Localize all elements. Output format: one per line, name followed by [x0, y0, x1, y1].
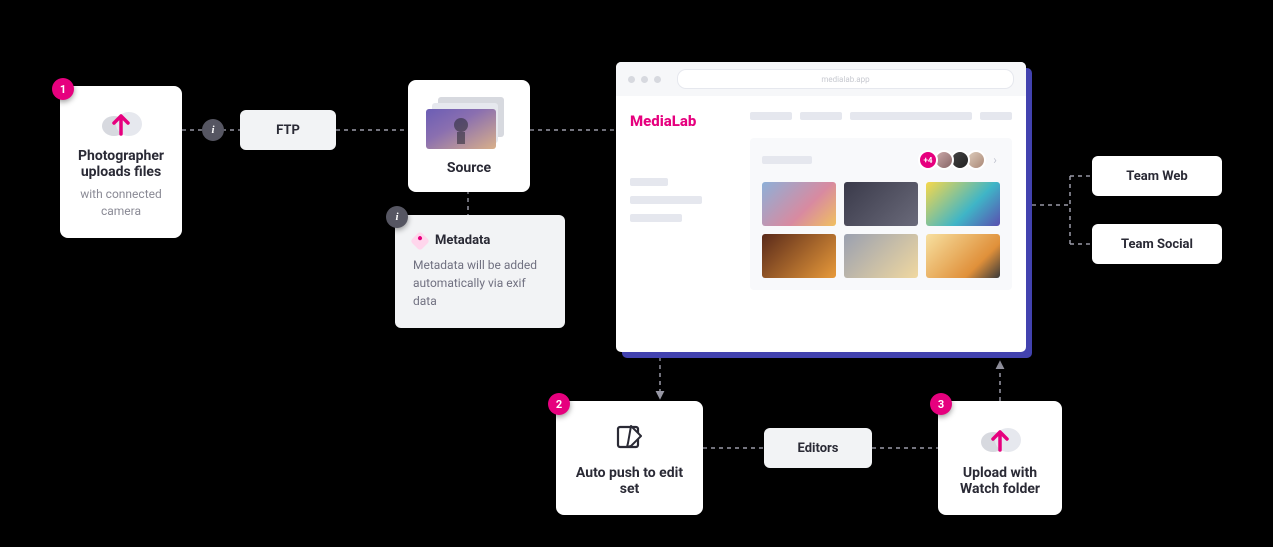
card-autopush-title: Auto push to edit set [566, 465, 693, 497]
url-text: medialab.app [821, 75, 869, 84]
card-photographer-title: Photographer uploads files [70, 148, 172, 180]
upload-cloud-icon [948, 417, 1052, 457]
node-ftp-label: FTP [276, 123, 300, 138]
thumbnail [926, 182, 1000, 226]
app-window: medialab.app MediaLab [616, 62, 1026, 352]
avatar-stack: +4 › [918, 150, 1000, 170]
diagram-stage: Photographer uploads files with connecte… [0, 0, 1273, 547]
node-ftp: FTP [240, 110, 336, 150]
node-editors: Editors [764, 428, 872, 468]
thumbnail [762, 234, 836, 278]
step-badge-1: 1 [52, 78, 74, 100]
window-dot [641, 76, 648, 83]
panel-title-ghost [762, 156, 812, 164]
card-metadata: Metadata Metadata will be added automati… [395, 215, 565, 328]
node-editors-label: Editors [798, 441, 839, 456]
thumbnail [844, 182, 918, 226]
sidebar-ghost-line [630, 214, 682, 222]
app-titlebar: medialab.app [616, 62, 1026, 96]
url-bar: medialab.app [677, 69, 1014, 89]
card-source-title: Source [422, 160, 516, 176]
app-brand: MediaLab [630, 112, 722, 130]
app-topnav-ghosts [750, 112, 1012, 120]
node-team-web: Team Web [1092, 156, 1222, 196]
card-autopush: Auto push to edit set [556, 401, 703, 515]
info-badge-metadata: i [386, 206, 408, 228]
upload-cloud-icon [70, 104, 172, 138]
step-badge-3: 3 [930, 393, 952, 415]
edit-icon [566, 417, 693, 457]
thumbnail [844, 234, 918, 278]
source-photo-stack-icon [422, 94, 516, 152]
step-badge-2: 2 [548, 393, 570, 415]
thumbnail-grid [762, 182, 1000, 278]
card-upload-watch-title: Upload with Watch folder [948, 465, 1052, 497]
sidebar-ghost-line [630, 178, 668, 186]
window-dot [628, 76, 635, 83]
avatar-overflow-badge: +4 [918, 150, 938, 170]
card-photographer-sub: with connected camera [70, 186, 172, 220]
card-upload-watch: Upload with Watch folder [938, 401, 1062, 515]
node-team-web-label: Team Web [1126, 169, 1187, 184]
node-team-social-label: Team Social [1121, 237, 1193, 252]
chevron-right-icon: › [990, 155, 1000, 165]
thumbnail [926, 234, 1000, 278]
app-main: +4 › [736, 96, 1026, 352]
app-sidebar: MediaLab [616, 96, 736, 352]
window-dot [654, 76, 661, 83]
card-photographer: Photographer uploads files with connecte… [60, 86, 182, 238]
app-gallery-panel: +4 › [750, 138, 1012, 290]
tag-icon [410, 231, 430, 251]
sidebar-ghost-line [630, 196, 702, 204]
info-badge-ftp: i [202, 119, 224, 141]
card-metadata-body: Metadata will be added automatically via… [413, 256, 547, 310]
card-source: Source [408, 80, 530, 192]
thumbnail [762, 182, 836, 226]
card-metadata-title: Metadata [435, 233, 490, 248]
node-team-social: Team Social [1092, 224, 1222, 264]
